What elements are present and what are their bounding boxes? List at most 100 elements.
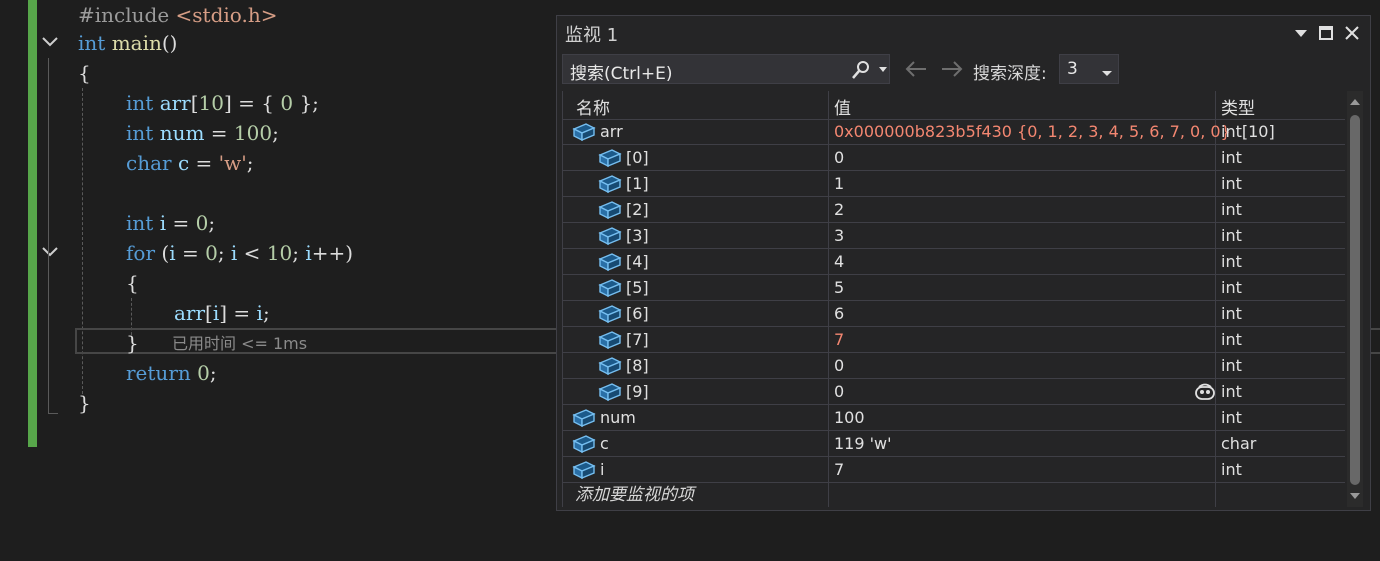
code-token: () bbox=[161, 31, 178, 55]
watch-row-name[interactable]: [7] bbox=[626, 327, 649, 352]
watch-row[interactable]: num 100 int bbox=[562, 405, 1345, 431]
variable-cube-icon bbox=[598, 252, 622, 272]
watch-row-value[interactable]: 3 bbox=[834, 223, 844, 248]
code-line: } bbox=[126, 328, 139, 358]
code-token: 0 bbox=[197, 361, 210, 385]
code-line: char c = 'w'; bbox=[126, 148, 254, 178]
search-icon[interactable] bbox=[851, 60, 871, 84]
code-token: } bbox=[78, 391, 91, 415]
watch-row[interactable]: [9] 0 int bbox=[562, 379, 1345, 405]
watch-row-name[interactable]: [8] bbox=[626, 353, 649, 378]
code-token: = bbox=[189, 151, 219, 175]
code-line: int main() bbox=[78, 28, 177, 58]
watch-row[interactable]: [5] 5 int bbox=[562, 275, 1345, 301]
code-token: { bbox=[126, 271, 139, 295]
watch-row[interactable]: [4] 4 int bbox=[562, 249, 1345, 275]
watch-row[interactable]: [7] 7 int bbox=[562, 327, 1345, 353]
code-line: int arr[10] = { 0 }; bbox=[126, 88, 319, 118]
watch-row-value[interactable]: 2 bbox=[834, 197, 844, 222]
watch-row[interactable]: c 119 'w' char bbox=[562, 431, 1345, 457]
copilot-icon[interactable] bbox=[1194, 382, 1216, 406]
watch-row-value[interactable]: 5 bbox=[834, 275, 844, 300]
watch-vertical-scrollbar[interactable] bbox=[1347, 91, 1363, 507]
watch-row-value[interactable]: 0 bbox=[834, 353, 844, 378]
window-menu-dropdown-icon[interactable] bbox=[1290, 22, 1312, 44]
watch-row-name[interactable]: [1] bbox=[626, 171, 649, 196]
code-token: = bbox=[204, 121, 234, 145]
watch-row-value[interactable]: 4 bbox=[834, 249, 844, 274]
scroll-down-arrow-icon[interactable] bbox=[1350, 493, 1360, 499]
scroll-up-arrow-icon[interactable] bbox=[1350, 99, 1360, 105]
code-token: 0 bbox=[280, 91, 294, 115]
column-header-type[interactable]: 类型 bbox=[1221, 94, 1255, 119]
watch-row-name[interactable]: [0] bbox=[626, 145, 649, 170]
watch-row-value[interactable]: 1 bbox=[834, 171, 844, 196]
add-watch-item-row[interactable]: 添加要监视的项 bbox=[562, 483, 1345, 507]
watch-row-name[interactable]: [4] bbox=[626, 249, 649, 274]
watch-row-name[interactable]: [5] bbox=[626, 275, 649, 300]
watch-row-value[interactable]: 0x000000b823b5f430 {0, 1, 2, 3, 4, 5, 6,… bbox=[834, 119, 1231, 144]
column-header-value[interactable]: 值 bbox=[834, 94, 851, 119]
code-token: < bbox=[237, 241, 267, 265]
code-line: int num = 100; bbox=[126, 118, 279, 148]
variable-cube-icon bbox=[598, 200, 622, 220]
code-token: } bbox=[126, 331, 139, 355]
fold-chevron-down-icon[interactable] bbox=[41, 36, 59, 50]
watch-row-type: int bbox=[1221, 330, 1242, 349]
watch-row[interactable]: [8] 0 int bbox=[562, 353, 1345, 379]
fold-chevron-down-icon[interactable] bbox=[41, 246, 59, 260]
search-next-arrow-icon[interactable] bbox=[939, 60, 965, 80]
watch-row[interactable]: [0] 0 int bbox=[562, 145, 1345, 171]
code-token: num bbox=[159, 121, 205, 145]
code-token: 'w' bbox=[218, 151, 247, 175]
watch-row-name[interactable]: [3] bbox=[626, 223, 649, 248]
code-token: ; bbox=[272, 121, 279, 145]
watch-row-name[interactable]: i bbox=[600, 457, 604, 482]
variable-cube-icon bbox=[572, 460, 596, 480]
maximize-icon[interactable] bbox=[1315, 22, 1337, 44]
variable-cube-icon bbox=[572, 122, 596, 142]
watch-window-title: 监视 1 bbox=[565, 25, 619, 46]
watch-row[interactable]: [6] 6 int bbox=[562, 301, 1345, 327]
watch-row[interactable]: [1] 1 int bbox=[562, 171, 1345, 197]
watch-row-value[interactable]: 0 bbox=[834, 379, 844, 404]
code-token: ] = bbox=[219, 301, 257, 325]
code-token: }; bbox=[293, 91, 319, 115]
search-previous-arrow-icon[interactable] bbox=[903, 60, 929, 80]
watch-row-name[interactable]: c bbox=[600, 431, 609, 456]
watch-row-name[interactable]: [2] bbox=[626, 197, 649, 222]
watch-row-value[interactable]: 119 'w' bbox=[834, 431, 892, 456]
perf-tip-elapsed-time[interactable]: 已用时间 <= 1ms bbox=[172, 331, 307, 357]
watch-row[interactable]: arr 0x000000b823b5f430 {0, 1, 2, 3, 4, 5,… bbox=[562, 119, 1345, 145]
code-token: ] = { bbox=[224, 91, 281, 115]
watch-row-name[interactable]: arr bbox=[600, 119, 623, 144]
watch-row-type: int bbox=[1221, 252, 1242, 271]
watch-row-name[interactable]: [6] bbox=[626, 301, 649, 326]
watch-row[interactable]: [2] 2 int bbox=[562, 197, 1345, 223]
scrollbar-thumb[interactable] bbox=[1350, 115, 1360, 485]
watch-row[interactable]: [3] 3 int bbox=[562, 223, 1345, 249]
watch-row-value[interactable]: 7 bbox=[834, 457, 844, 482]
watch-row-value[interactable]: 100 bbox=[834, 405, 865, 430]
close-icon[interactable] bbox=[1341, 22, 1363, 44]
code-token: { bbox=[78, 61, 91, 85]
watch-row-type: int bbox=[1221, 460, 1242, 479]
watch-row-type: int bbox=[1221, 226, 1242, 245]
watch-search-input[interactable]: 搜索(Ctrl+E) bbox=[562, 54, 890, 84]
watch-row-name[interactable]: [9] bbox=[626, 379, 649, 404]
watch-row-name[interactable]: num bbox=[600, 405, 636, 430]
watch-row-value[interactable]: 7 bbox=[834, 327, 844, 352]
variable-cube-icon bbox=[598, 330, 622, 350]
watch-row-value[interactable]: 0 bbox=[834, 145, 844, 170]
search-options-dropdown-icon[interactable] bbox=[878, 61, 888, 75]
column-header-name[interactable]: 名称 bbox=[576, 94, 610, 119]
code-token: #include bbox=[78, 3, 176, 27]
search-depth-select[interactable]: 3 bbox=[1059, 54, 1119, 84]
watch-row[interactable]: i 7 int bbox=[562, 457, 1345, 483]
code-token: <stdio.h> bbox=[175, 3, 278, 27]
code-token: int bbox=[78, 31, 106, 55]
code-token: c bbox=[177, 151, 190, 175]
watch-row-value[interactable]: 6 bbox=[834, 301, 844, 326]
variable-cube-icon bbox=[598, 304, 622, 324]
variable-cube-icon bbox=[598, 356, 622, 376]
